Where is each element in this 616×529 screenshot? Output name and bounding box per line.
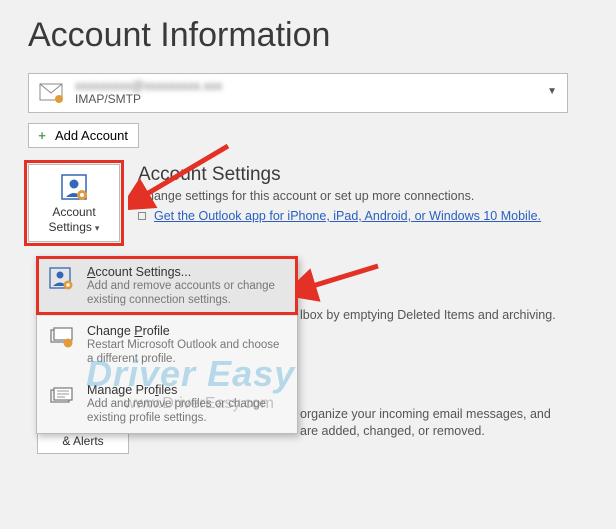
account-settings-icon [47, 265, 77, 293]
add-account-label: Add Account [55, 128, 128, 143]
dropdown-item-change-profile[interactable]: Change Profile Restart Microsoft Outlook… [37, 316, 297, 375]
account-protocol: IMAP/SMTP [75, 93, 559, 107]
chevron-down-icon: ▼ [547, 86, 557, 97]
plus-icon: + [35, 129, 49, 143]
dropdown-item-desc: Add and remove accounts or change existi… [87, 279, 287, 308]
rules-alerts-text-fragment: organize your incoming email messages, a… [300, 406, 590, 440]
account-settings-tile[interactable]: Account Settings▾ [28, 164, 120, 242]
mailbox-cleanup-text-fragment: lbox by emptying Deleted Items and archi… [300, 308, 590, 322]
change-profile-icon [47, 324, 77, 352]
section-description: Change settings for this account or set … [138, 189, 541, 203]
account-email: xxxxxxxxx@xxxxxxxxx.xxx [75, 79, 559, 93]
add-account-button[interactable]: + Add Account [28, 123, 139, 148]
dropdown-item-manage-profiles[interactable]: Manage Profiles Add and remove profiles … [37, 375, 297, 434]
annotation-arrow-2 [296, 258, 386, 314]
chevron-down-icon: ▾ [95, 223, 100, 234]
manage-profiles-icon [47, 383, 77, 411]
dropdown-item-desc: Add and remove profiles or change existi… [87, 397, 287, 426]
section-heading: Account Settings [138, 164, 541, 186]
mailbox-icon [37, 79, 65, 107]
dropdown-item-desc: Restart Microsoft Outlook and choose a d… [87, 338, 287, 367]
dropdown-item-account-settings[interactable]: Account Settings... Add and remove accou… [37, 257, 297, 316]
page-title: Account Information [28, 16, 588, 55]
tile-label-line2: Settings [49, 220, 92, 234]
account-settings-tile-icon [59, 172, 89, 205]
get-outlook-app-link[interactable]: Get the Outlook app for iPhone, iPad, An… [154, 209, 541, 223]
account-settings-dropdown: Account Settings... Add and remove accou… [36, 256, 298, 434]
bullet-icon [138, 212, 146, 220]
tile-label-line1: Account [52, 205, 95, 219]
account-dropdown[interactable]: xxxxxxxxx@xxxxxxxxx.xxx IMAP/SMTP ▼ [28, 73, 568, 113]
